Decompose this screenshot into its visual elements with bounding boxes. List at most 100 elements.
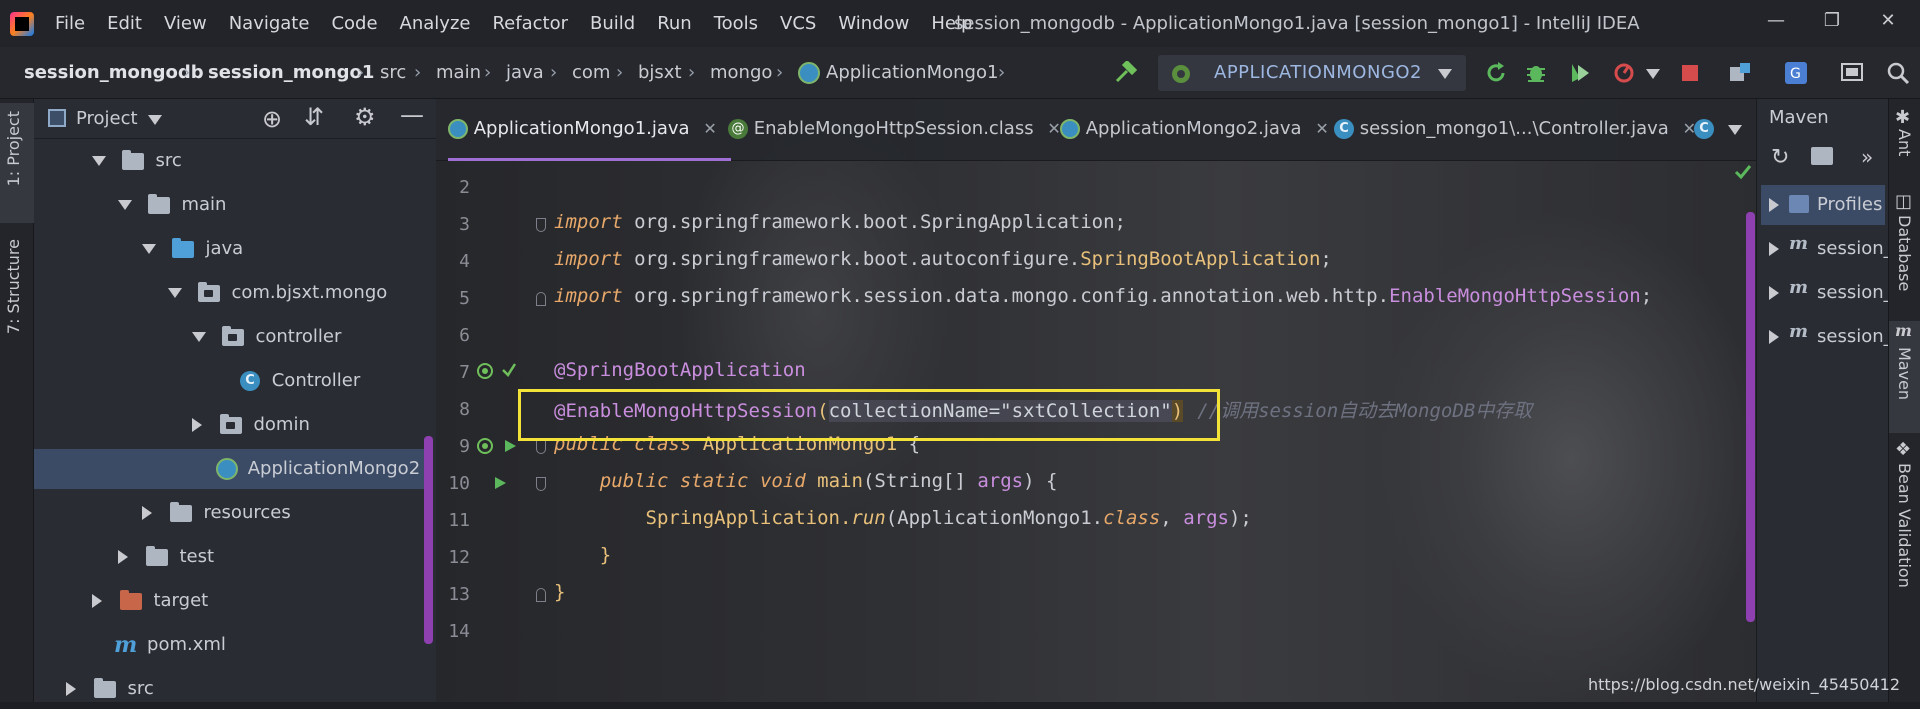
fold-icon[interactable] (536, 588, 546, 602)
tree-item-target[interactable]: target (92, 581, 208, 621)
search-everywhere-icon[interactable] (1886, 61, 1910, 85)
spring-boot-gutter-icon[interactable] (500, 361, 518, 379)
code-line-10[interactable]: public static void main(String[] args) { (554, 470, 1058, 492)
run-configuration-select[interactable]: APPLICATIONMONGO2 (1158, 55, 1466, 91)
fold-icon[interactable] (536, 292, 546, 306)
collapse-all-icon[interactable]: ⇵ (304, 103, 324, 131)
tab-applicationmongo1[interactable]: ApplicationMongo1.java ✕ (448, 99, 731, 161)
menu-edit[interactable]: Edit (96, 0, 153, 47)
hide-panel-icon[interactable]: — (400, 101, 424, 129)
breadcrumb-class[interactable]: ApplicationMongo1 (826, 47, 998, 99)
tab-applicationmongo2[interactable]: ApplicationMongo2.java ✕ (1060, 99, 1329, 161)
breadcrumb-src[interactable]: src (380, 47, 406, 99)
project-panel-title[interactable]: Project (76, 99, 138, 139)
tree-item-controller-class[interactable]: C Controller (240, 361, 360, 401)
breadcrumb-bjsxt[interactable]: bjsxt (638, 47, 682, 99)
code-line-7[interactable]: @SpringBootApplication (554, 359, 806, 381)
code-line-5[interactable]: import org.springframework.session.data.… (554, 285, 1652, 307)
breadcrumb-mongo[interactable]: mongo (710, 47, 772, 99)
fold-icon[interactable] (536, 218, 546, 232)
spring-bean-gutter-icon[interactable] (476, 362, 494, 380)
menu-analyze[interactable]: Analyze (389, 0, 482, 47)
menu-vcs[interactable]: VCS (769, 0, 827, 47)
rerun-icon[interactable] (1484, 61, 1508, 85)
maven-item-project[interactable]: m session_ (1761, 317, 1893, 357)
breadcrumb-main[interactable]: main (436, 47, 481, 99)
run-class-gutter-icon[interactable] (502, 438, 518, 454)
breadcrumb-module[interactable]: session_mongo1 (208, 47, 374, 99)
project-scrollbar[interactable] (424, 436, 433, 644)
reload-icon[interactable]: ↻ (1771, 145, 1789, 170)
tab-database[interactable]: Database (1895, 215, 1914, 291)
menu-navigate[interactable]: Navigate (218, 0, 321, 47)
show-tabs-chevron-icon[interactable] (1728, 125, 1742, 135)
code-line-13[interactable]: } (554, 581, 565, 603)
spring-bean-gutter-icon[interactable] (476, 437, 494, 455)
generate-sources-icon[interactable] (1811, 147, 1833, 165)
stop-icon[interactable] (1678, 61, 1702, 85)
tree-item-pom[interactable]: m pom.xml (114, 625, 226, 665)
highlight-annotation-box (518, 389, 1220, 441)
menu-code[interactable]: Code (320, 0, 388, 47)
minimize-icon[interactable]: — (1752, 0, 1800, 47)
close-tab-icon[interactable]: ✕ (1047, 119, 1060, 138)
tree-item-test[interactable]: test (118, 537, 214, 577)
tab-structure-tool[interactable]: 7: Structure (4, 239, 23, 334)
more-actions-icon[interactable]: » (1861, 145, 1873, 169)
code-line-12[interactable]: } (554, 544, 611, 566)
code-line-3[interactable]: import org.springframework.boot.SpringAp… (554, 211, 1126, 233)
maven-item-project[interactable]: m session_ (1761, 273, 1893, 313)
tree-item-applicationmongo2[interactable]: ApplicationMongo2 (34, 449, 424, 489)
tab-maven[interactable]: Maven (1895, 347, 1914, 400)
menu-run[interactable]: Run (646, 0, 703, 47)
tree-item-main[interactable]: main (118, 185, 226, 225)
restore-icon[interactable]: ❐ (1808, 0, 1856, 47)
close-tab-icon[interactable]: ✕ (1315, 119, 1328, 138)
code-line-11[interactable]: SpringApplication.run(ApplicationMongo1.… (554, 507, 1252, 529)
gear-icon[interactable]: ⚙ (354, 103, 376, 131)
close-tab-icon[interactable]: ✕ (703, 119, 716, 138)
maven-item-profiles[interactable]: Profiles (1761, 185, 1885, 225)
tab-more[interactable]: C (1694, 99, 1714, 161)
tab-bean-validation[interactable]: Bean Validation (1895, 463, 1914, 588)
run-with-coverage-icon[interactable] (1568, 61, 1592, 85)
menu-window[interactable]: Window (827, 0, 920, 47)
close-window-icon[interactable]: ✕ (1864, 0, 1912, 47)
fold-icon[interactable] (536, 477, 546, 491)
editor-scrollbar[interactable] (1746, 212, 1755, 622)
locate-target-icon[interactable]: ⊕ (262, 105, 282, 133)
code-line-4[interactable]: import org.springframework.boot.autoconf… (554, 248, 1332, 270)
inspection-ok-check-icon[interactable] (1734, 163, 1752, 181)
profiler-icon[interactable] (1612, 61, 1636, 85)
run-main-gutter-icon[interactable] (492, 475, 508, 491)
tab-project-tool[interactable]: 1: Project (4, 111, 23, 186)
tree-item-src-2[interactable]: src (66, 669, 154, 709)
debug-bug-icon[interactable] (1524, 61, 1548, 85)
menu-tools[interactable]: Tools (703, 0, 769, 47)
tree-item-resources[interactable]: resources (142, 493, 291, 533)
tree-item-src[interactable]: src (92, 141, 182, 181)
menu-file[interactable]: File (44, 0, 96, 47)
translate-icon[interactable]: G (1784, 61, 1808, 85)
tree-item-domin[interactable]: domin (192, 405, 310, 445)
menu-view[interactable]: View (153, 0, 218, 47)
menu-build[interactable]: Build (579, 0, 646, 47)
chevron-down-icon[interactable] (1646, 69, 1660, 79)
presentation-icon[interactable] (1840, 61, 1864, 85)
menu-refactor[interactable]: Refactor (481, 0, 579, 47)
chevron-right-icon: › (776, 62, 784, 83)
tab-enablemongohttpsession[interactable]: @ EnableMongoHttpSession.class ✕ (728, 99, 1061, 161)
project-structure-icon[interactable] (1728, 61, 1752, 85)
chevron-down-icon[interactable] (148, 115, 162, 125)
tab-ant[interactable]: Ant (1895, 129, 1914, 156)
tab-controller[interactable]: C session_mongo1\...\Controller.java ✕ (1334, 99, 1696, 161)
tree-item-package[interactable]: com.bjsxt.mongo (168, 273, 387, 313)
breadcrumb-com[interactable]: com (572, 47, 610, 99)
build-hammer-icon[interactable] (1114, 61, 1138, 85)
maven-item-project[interactable]: m session_ (1761, 229, 1893, 269)
tree-item-java[interactable]: java (142, 229, 243, 269)
breadcrumb-java[interactable]: java (506, 47, 544, 99)
fold-icon[interactable] (536, 440, 546, 454)
breadcrumb-project[interactable]: session_mongodb (24, 47, 204, 99)
tree-item-controller-pkg[interactable]: controller (192, 317, 341, 357)
